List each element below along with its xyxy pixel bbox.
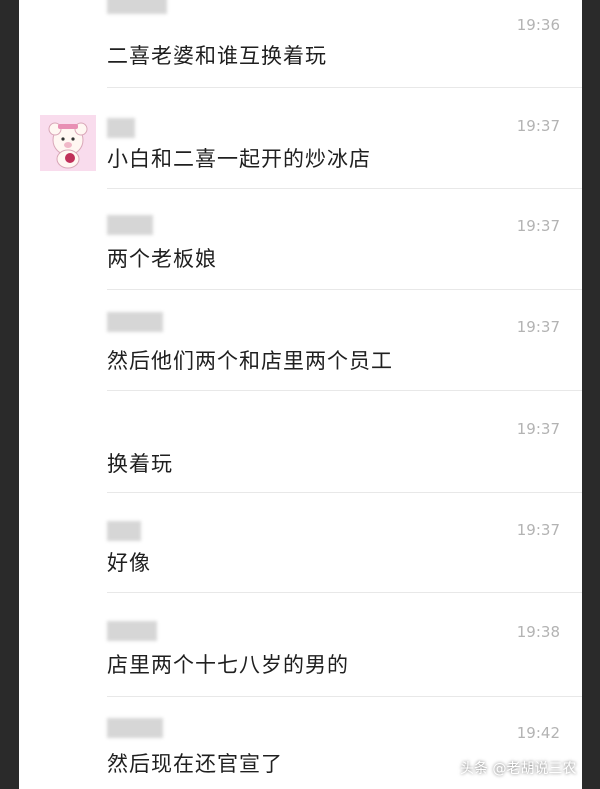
chat-message[interactable]: 19:38 店里两个十七八岁的男的 (19, 605, 582, 697)
message-time: 19:37 (516, 521, 560, 539)
message-text: 然后现在还官宣了 (107, 752, 283, 776)
sender-name-blurred (107, 521, 141, 541)
message-text: 两个老板娘 (107, 247, 217, 271)
message-time: 19:36 (516, 16, 560, 34)
chat-message[interactable]: 19:37 然后他们两个和店里两个员工 (19, 300, 582, 391)
chat-message[interactable]: 19:37 小白和二喜一起开的炒冰店 (19, 100, 582, 189)
message-divider (107, 592, 582, 593)
message-divider (107, 289, 582, 290)
message-divider (107, 390, 582, 391)
message-divider (107, 87, 582, 88)
sender-name-blurred (107, 0, 167, 14)
message-divider (107, 696, 582, 697)
chat-message[interactable]: 19:37 好像 (19, 503, 582, 593)
message-time: 19:37 (516, 217, 560, 235)
sender-name-blurred (107, 718, 163, 738)
sender-name-blurred (107, 215, 153, 235)
message-text: 店里两个十七八岁的男的 (107, 653, 349, 677)
message-time: 19:37 (516, 420, 560, 438)
chat-screen: 19:36 二喜老婆和谁互换着玩 19:37 小白和二喜一起开的炒冰店 19:3… (19, 0, 582, 789)
message-text: 换着玩 (107, 452, 173, 476)
message-text: 二喜老婆和谁互换着玩 (107, 44, 327, 68)
message-time: 19:37 (516, 318, 560, 336)
chat-message[interactable]: 19:36 二喜老婆和谁互换着玩 (19, 0, 582, 88)
chat-message[interactable]: 19:37 两个老板娘 (19, 200, 582, 290)
pink-bear-avatar-icon[interactable] (40, 115, 96, 171)
message-text: 然后他们两个和店里两个员工 (107, 349, 393, 373)
message-divider (107, 188, 582, 189)
chat-message[interactable]: 19:37 换着玩 (19, 400, 582, 493)
message-time: 19:37 (516, 117, 560, 135)
watermark-label: 头条 @老胡说三农 (460, 761, 577, 777)
message-time: 19:42 (516, 724, 560, 742)
message-time: 19:38 (516, 623, 560, 641)
message-text: 好像 (107, 551, 151, 575)
sender-name-blurred (107, 118, 135, 138)
message-divider (107, 492, 582, 493)
sender-name-blurred (107, 621, 157, 641)
message-text: 小白和二喜一起开的炒冰店 (107, 147, 371, 171)
sender-name-blurred (107, 312, 163, 332)
